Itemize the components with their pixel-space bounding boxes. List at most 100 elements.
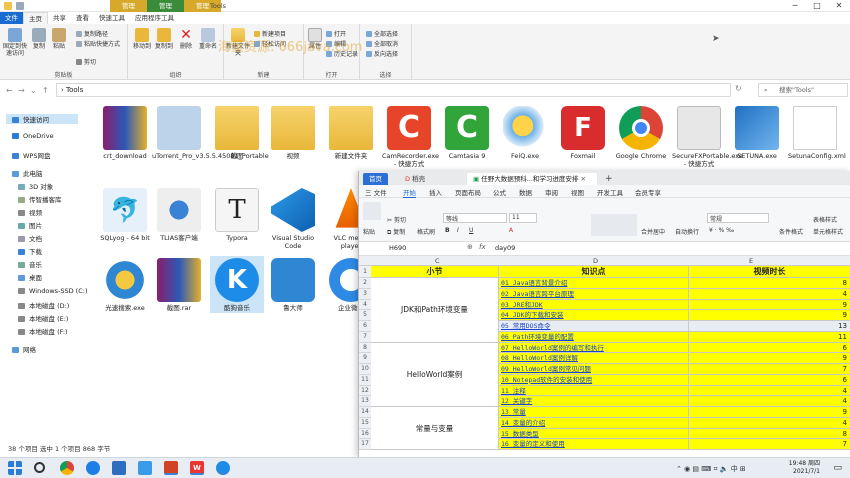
maximize-icon[interactable]: □ xyxy=(806,0,828,12)
paste-button[interactable]: 粘贴 xyxy=(50,28,68,50)
topic-cell[interactable]: 03_JRE和JDK xyxy=(499,299,689,311)
row-header[interactable]: 15 xyxy=(359,417,371,429)
topic-cell[interactable]: 10_Notepad软件的安装和使用 xyxy=(499,374,689,386)
format-painter-button[interactable]: 格式刷 xyxy=(417,227,435,236)
menu-formula[interactable]: 公式 xyxy=(493,187,506,197)
cell-style-button[interactable]: 单元格样式 xyxy=(813,227,843,236)
nav-item-network[interactable]: 网络 xyxy=(12,344,36,354)
row-header[interactable]: 16 xyxy=(359,428,371,440)
topic-cell[interactable]: 04_JDK的下载和安装 xyxy=(499,310,689,321)
file-item[interactable]: F Foxmail xyxy=(556,106,610,161)
dropdown-icon[interactable]: ⌄ xyxy=(30,86,37,95)
section-merged-cell[interactable]: JDK和Path环境变量 xyxy=(371,278,499,343)
topic-cell[interactable]: 07_HelloWorld案例的编写和执行 xyxy=(499,342,689,354)
topic-cell[interactable]: 09_HelloWorld案例常见问题 xyxy=(499,364,689,375)
duration-cell[interactable]: 8 xyxy=(689,278,850,289)
nav-item-downloads[interactable]: 下载 xyxy=(18,246,42,256)
back-icon[interactable]: ← xyxy=(6,86,13,95)
name-box[interactable]: H690 xyxy=(389,244,406,252)
duration-cell[interactable]: 4 xyxy=(689,417,850,429)
context-tab-manage-2[interactable]: 管理 xyxy=(147,0,184,12)
file-item[interactable]: C Camtasia 9 xyxy=(440,106,494,161)
section-merged-cell[interactable]: HelloWorld案例 xyxy=(371,342,499,407)
copy-button[interactable]: 复制 xyxy=(30,28,48,50)
row-header[interactable]: 9 xyxy=(359,353,371,364)
font-color-icon[interactable]: A xyxy=(509,227,513,234)
nav-item-documents[interactable]: 文档 xyxy=(18,233,42,243)
tab-home[interactable]: 首页 xyxy=(363,173,388,185)
col-header-d[interactable]: D xyxy=(593,257,598,265)
duration-cell[interactable]: 4 xyxy=(689,385,850,397)
nav-item-music[interactable]: 音乐 xyxy=(18,259,42,269)
file-item[interactable]: C CamRecorder.exe - 快捷方式 xyxy=(382,106,439,168)
file-item[interactable]: crt_download xyxy=(98,106,152,161)
file-item[interactable]: 新建文件夹 xyxy=(324,106,378,161)
new-tab-icon[interactable]: + xyxy=(599,173,619,185)
duration-cell[interactable]: 9 xyxy=(689,310,850,321)
col-header-c[interactable]: C xyxy=(435,257,440,265)
paste-shortcut-button[interactable]: 粘贴快捷方式 xyxy=(76,39,120,48)
font-select[interactable]: 等线 xyxy=(443,213,507,223)
row-header[interactable]: 5 xyxy=(359,310,371,321)
align-group[interactable] xyxy=(591,214,637,236)
row-header[interactable]: 3 xyxy=(359,288,371,300)
nav-item-library[interactable]: 传智播客库 xyxy=(18,194,62,204)
duration-cell[interactable]: 8 xyxy=(689,428,850,440)
select-all-button[interactable]: 全部选择 xyxy=(366,29,398,38)
tab-home[interactable]: 主页 xyxy=(23,12,48,24)
topic-cell[interactable]: 15_数据类型 xyxy=(499,428,689,440)
nav-item-wps-drive[interactable]: WPS网盘 xyxy=(12,150,50,160)
minimize-icon[interactable]: ─ xyxy=(784,0,806,12)
nav-item-this-pc[interactable]: 此电脑 xyxy=(12,168,43,178)
nav-item-drive-e[interactable]: 本地磁盘 (E:) xyxy=(18,313,68,323)
nav-item-quick-access[interactable]: 快速访问 xyxy=(6,114,78,124)
font-size-select[interactable]: 11 xyxy=(509,213,537,223)
copy-path-button[interactable]: 复制路径 xyxy=(76,29,108,38)
tab-docer[interactable]: D 稻壳 xyxy=(399,173,431,185)
file-item[interactable]: 截图 xyxy=(210,106,264,161)
file-item[interactable]: T Typora xyxy=(210,188,264,243)
duration-cell[interactable]: 7 xyxy=(689,364,850,375)
cut-button[interactable]: 剪切 xyxy=(76,57,96,66)
file-item[interactable]: SecureFXPortable.exe - 快捷方式 xyxy=(672,106,743,168)
notification-icon[interactable]: ▭ xyxy=(833,463,842,473)
row-header-1[interactable]: 1 xyxy=(359,266,371,278)
duration-cell[interactable]: 13 xyxy=(689,321,850,332)
app-taskbar-icon-2[interactable] xyxy=(138,461,152,475)
row-header[interactable]: 10 xyxy=(359,364,371,375)
qq-browser-icon[interactable] xyxy=(86,461,100,475)
topic-cell[interactable]: 14_变量的介绍 xyxy=(499,417,689,429)
header-cell-topic[interactable]: 知识点 xyxy=(499,266,689,278)
pin-button[interactable]: 固定到快速访问 xyxy=(2,28,28,57)
row-header[interactable]: 12 xyxy=(359,385,371,397)
topic-cell[interactable]: 05_常用DOS命令 xyxy=(499,321,689,332)
chrome-taskbar-icon[interactable] xyxy=(60,461,74,475)
menu-review[interactable]: 审阅 xyxy=(545,187,558,197)
file-item[interactable]: SetunaConfig.xml xyxy=(788,106,846,161)
underline-icon[interactable]: U xyxy=(469,227,473,234)
file-item-selected[interactable]: K 酷狗音乐 xyxy=(210,256,264,313)
tab-spreadsheet[interactable]: ▣ 任野大数据预科...和学习进度安排 ✕ xyxy=(467,173,597,185)
nav-item-videos[interactable]: 视频 xyxy=(18,207,42,217)
row-header[interactable]: 6 xyxy=(359,321,371,332)
menu-insert[interactable]: 插入 xyxy=(429,187,442,197)
row-header[interactable]: 2 xyxy=(359,278,371,289)
powerpoint-icon[interactable] xyxy=(164,461,178,475)
nav-item-drive-f[interactable]: 本地磁盘 (F:) xyxy=(18,326,68,336)
duration-cell[interactable]: 11 xyxy=(689,331,850,343)
copy-to-button[interactable]: 复制到 xyxy=(154,28,174,50)
nav-item-3d[interactable]: 3D 对象 xyxy=(18,181,53,191)
duration-cell[interactable]: 7 xyxy=(689,439,850,450)
forward-icon[interactable]: → xyxy=(18,86,25,95)
tab-app-tools[interactable]: 应用程序工具 xyxy=(130,12,179,24)
merge-center-button[interactable]: 合并居中 xyxy=(641,227,665,236)
menu-view[interactable]: 视图 xyxy=(571,187,584,197)
invert-selection-button[interactable]: 反向选择 xyxy=(366,49,398,58)
header-cell-duration[interactable]: 视频时长 xyxy=(689,266,850,278)
conditional-format-button[interactable]: 条件格式 xyxy=(779,227,803,236)
table-style-button[interactable]: 表格样式 xyxy=(813,215,837,224)
tab-file[interactable]: 文件 xyxy=(0,12,23,24)
start-icon[interactable] xyxy=(8,461,22,475)
topic-cell[interactable]: 12_关键字 xyxy=(499,396,689,407)
file-item[interactable]: Google Chrome xyxy=(614,106,668,161)
